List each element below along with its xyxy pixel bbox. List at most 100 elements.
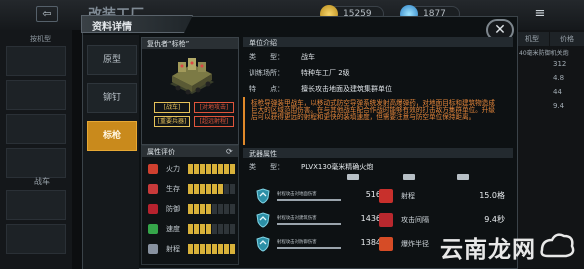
stat-meter-segment [224, 224, 229, 234]
dialog-title-bar: 资料详情 [81, 15, 193, 33]
weapon-prop-row: 攻击间隔 9.4秒 [379, 211, 511, 229]
unit-list-sidebar: 按机型 战车 [0, 30, 72, 269]
damage-row: 射程攻击对地面伤害 516 [255, 187, 387, 205]
stat-label: 火力 [166, 165, 180, 173]
badge-tank: [战车] [154, 102, 190, 113]
stat-meter-segment [218, 224, 223, 234]
unit-description: 标枪导弹装甲战车，以移动式防空导弹系统发射高爆弹药，对地面目标和建筑物造成巨大的… [243, 97, 505, 145]
heart-icon [148, 184, 158, 194]
unit-list-item[interactable] [6, 80, 66, 110]
weapon-prop-label: 攻击间隔 [401, 216, 429, 224]
damage-label: 射程攻击对建筑伤害 [277, 216, 317, 221]
stat-meter-segment [194, 244, 199, 254]
interval-icon [379, 213, 393, 227]
stat-meter-segment [212, 224, 217, 234]
weapon-type-value: PLVX130毫米精确火炮 [301, 163, 374, 171]
range-icon [148, 244, 158, 254]
stat-meter-segment [218, 244, 223, 254]
damage-label: 射程攻击对防御伤害 [277, 240, 317, 245]
stat-meter-segment [194, 164, 199, 174]
shield-icon [256, 188, 270, 204]
unit-list-item[interactable] [6, 46, 66, 76]
stats-title: 属性评价 [147, 148, 175, 156]
tab-javelin[interactable]: 标枪 [87, 121, 137, 151]
stat-meter-segment [212, 184, 217, 194]
info-row-feature: 特 点： 擅长攻击地面及建筑集群单位 [243, 81, 513, 95]
stat-label: 速度 [166, 225, 180, 233]
unit-list-item[interactable] [6, 224, 66, 254]
right-value: 9.4 [553, 102, 565, 110]
info-value: 特种车工厂 2级 [301, 69, 350, 77]
stat-meter-segment [188, 184, 193, 194]
stat-meter-segment [200, 164, 205, 174]
filter-tag[interactable]: 按机型 [30, 34, 51, 44]
stat-row: 火力 [148, 162, 236, 176]
stats-header: 属性评价 [142, 146, 238, 157]
damage-label: 射程攻击对地面伤害 [277, 192, 317, 197]
right-value: 44 [553, 88, 562, 96]
stat-row: 生存 [148, 182, 236, 196]
stat-meter-segment [224, 244, 229, 254]
unit-card: 复仇者“标枪” [战车] [对地攻击] [重要兵器] [超远射程] [141, 37, 239, 145]
target-building-icon [457, 174, 469, 180]
stat-meter-segment [212, 204, 217, 214]
stat-meter-segment [194, 184, 199, 194]
info-key: 训练场所： [249, 69, 284, 77]
tab-model[interactable]: 机型 [515, 32, 549, 46]
stat-meter-segment [218, 184, 223, 194]
stats-panel: 属性评价 ⟳ 火力 生存 防御 速度 射程 [141, 145, 239, 265]
menu-icon[interactable]: ≡ [530, 6, 550, 22]
stat-meter [188, 164, 236, 174]
stat-label: 生存 [166, 185, 180, 193]
tab-prototype[interactable]: 原型 [87, 45, 137, 75]
stat-meter-segment [206, 164, 211, 174]
unit-list-item[interactable] [6, 148, 66, 178]
weapon-type-row: 类 型： PLVX130毫米精确火炮 [243, 160, 513, 184]
stat-meter-segment [188, 224, 193, 234]
watermark-text: 云南龙网 [440, 237, 536, 263]
dialog-title: 资料详情 [92, 22, 132, 33]
tab-rivet[interactable]: 铆钉 [87, 83, 137, 113]
refresh-icon[interactable]: ⟳ [226, 147, 233, 156]
armor-icon [148, 204, 158, 214]
stat-meter-segment [224, 164, 229, 174]
right-value: 312 [553, 60, 567, 68]
stat-row: 射程 [148, 242, 236, 256]
weapon-header: 武器属性 [243, 148, 513, 158]
badge-ground-attack: [对地攻击] [194, 102, 234, 113]
unit-header: 复仇者“标枪” [142, 38, 238, 49]
unit-name: 复仇者“标枪” [147, 40, 190, 48]
tank-icon [170, 58, 214, 95]
right-header: 40毫米防御机关炮 [519, 50, 569, 57]
stat-row: 速度 [148, 222, 236, 236]
info-key: 特 点： [249, 85, 284, 93]
unit-list-item[interactable] [6, 114, 66, 144]
watermark-logo-icon [540, 233, 575, 258]
stat-meter [188, 184, 236, 194]
stat-meter-segment [218, 164, 223, 174]
stat-meter-segment [200, 184, 205, 194]
speed-icon [148, 224, 158, 234]
damage-row: 射程攻击对防御伤害 1384 [255, 235, 387, 253]
stat-meter-segment [230, 204, 235, 214]
badge-key-weapon: [重要兵器] [154, 116, 190, 127]
stat-meter-segment [206, 184, 211, 194]
stat-meter-segment [224, 184, 229, 194]
tab-price[interactable]: 价格 [550, 32, 584, 46]
stat-meter-segment [212, 164, 217, 174]
target-vehicle-icon [403, 174, 415, 180]
badge-long-range: [超远射程] [194, 116, 234, 127]
stat-meter-segment [230, 224, 235, 234]
back-button[interactable]: ⇦ [36, 6, 58, 22]
stat-meter-segment [224, 204, 229, 214]
unit-list-item[interactable] [6, 190, 66, 220]
right-value: 4.8 [553, 74, 565, 82]
info-header: 单位介绍 [243, 37, 513, 47]
stat-meter-segment [218, 204, 223, 214]
stat-meter-segment [194, 204, 199, 214]
stat-meter-segment [206, 224, 211, 234]
stat-meter [188, 224, 236, 234]
weapon-prop-label: 射程 [401, 192, 415, 200]
stat-meter-segment [206, 244, 211, 254]
weapon-prop-value: 15.0格 [479, 191, 505, 200]
